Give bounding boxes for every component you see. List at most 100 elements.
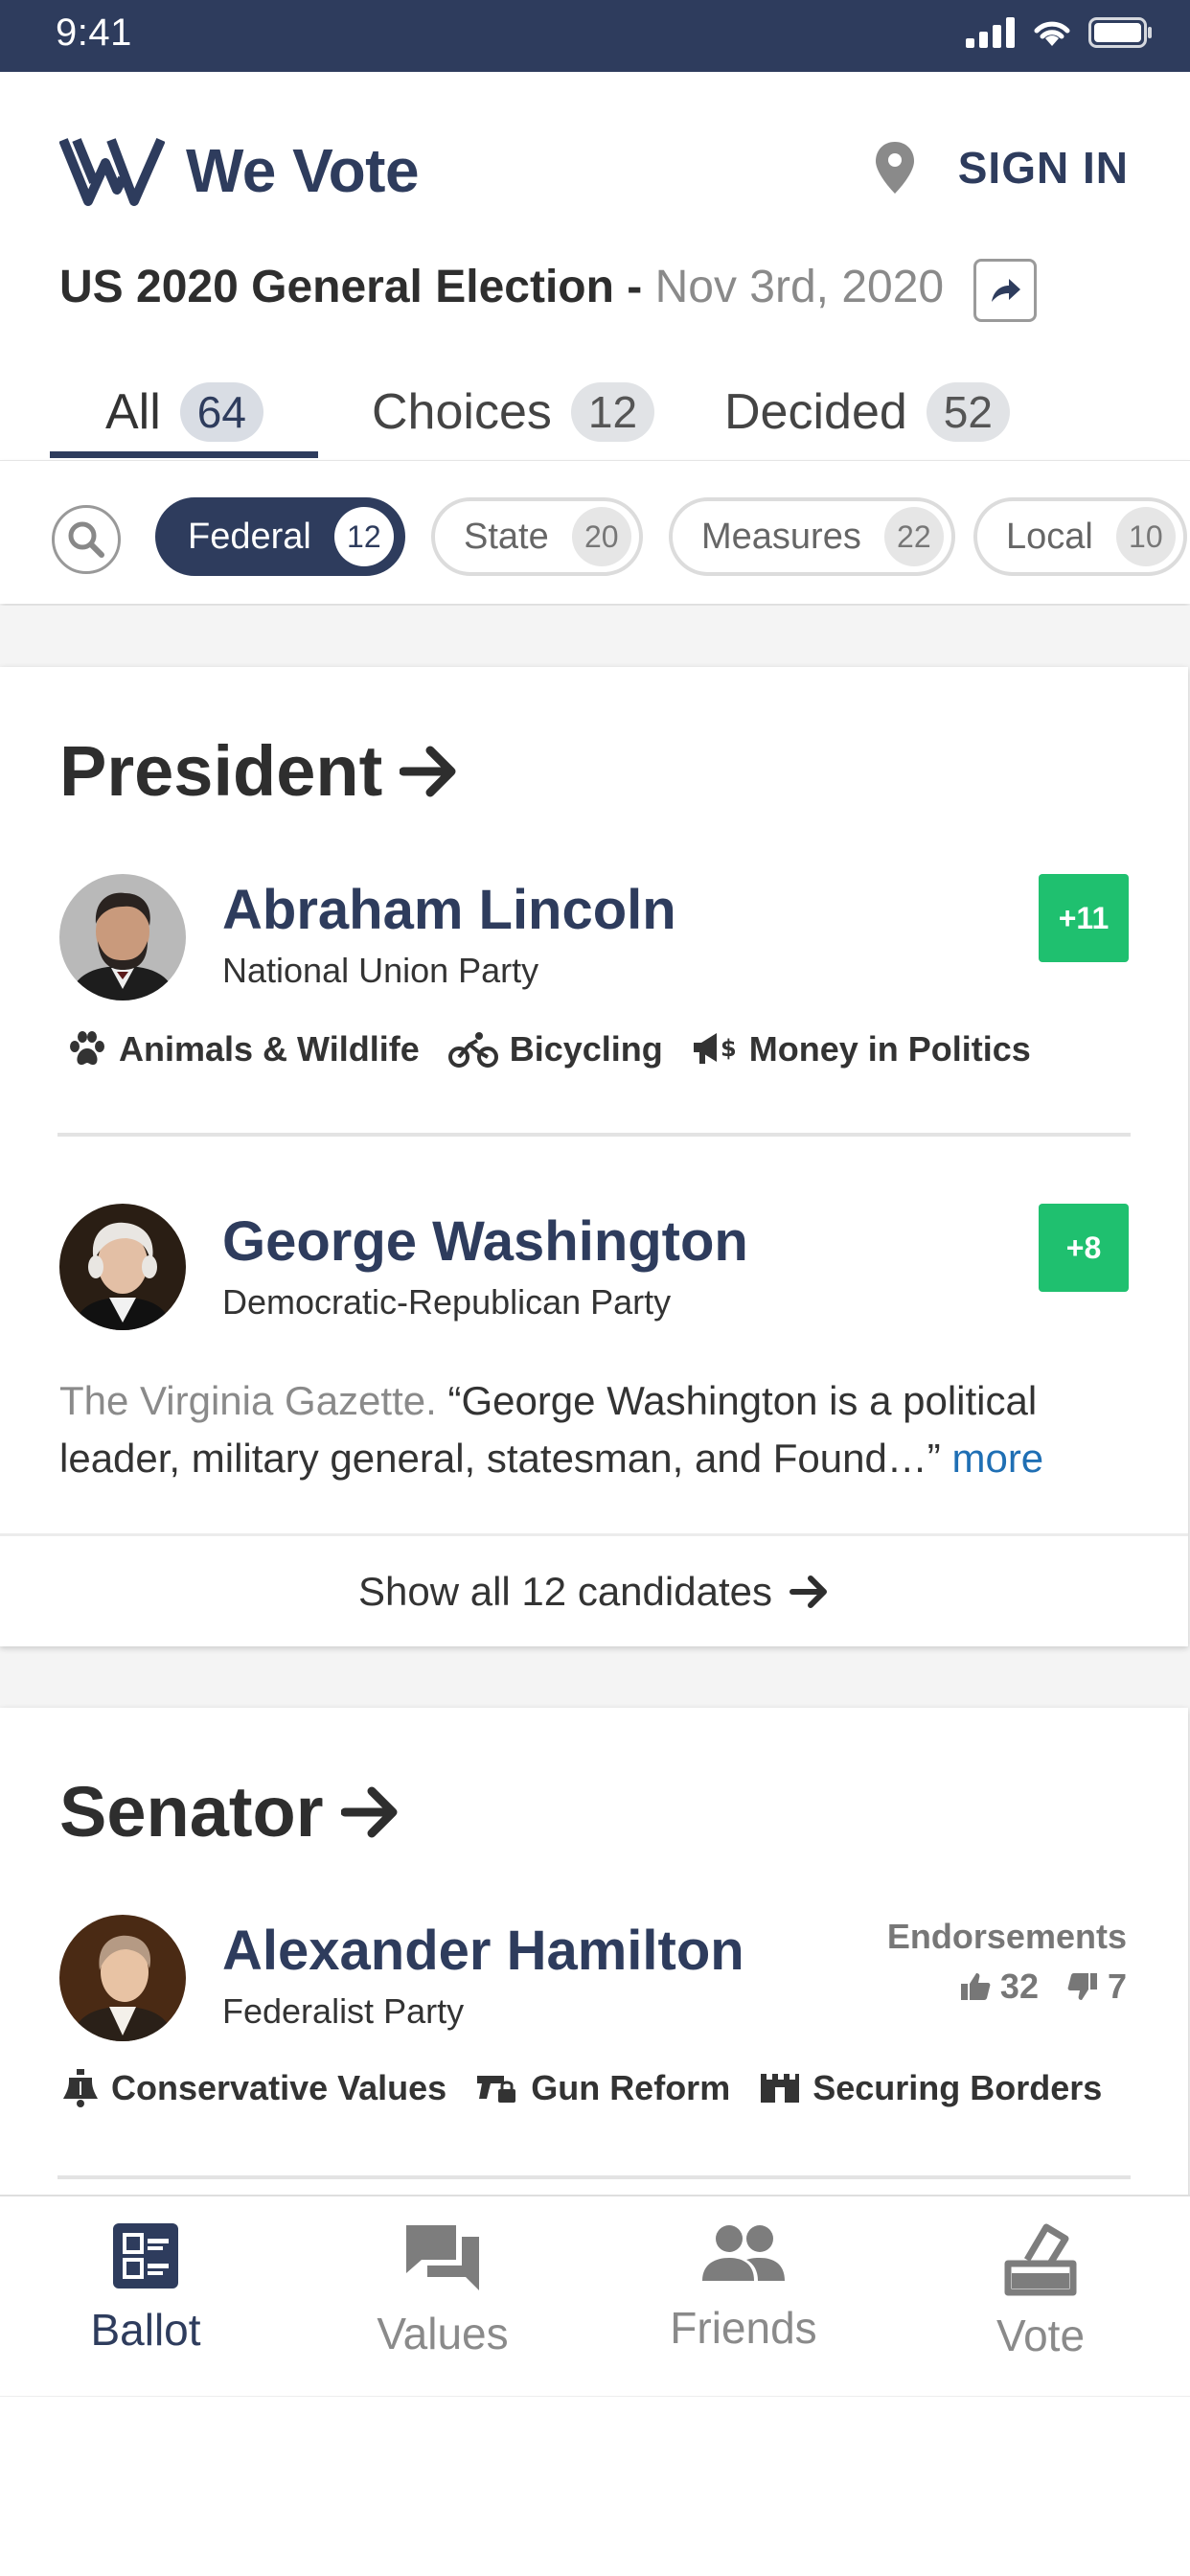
issue-tag[interactable]: $ Money in Politics: [692, 1029, 1031, 1070]
office-title: Senator: [59, 1772, 324, 1852]
candidate-avatar[interactable]: [59, 1204, 186, 1330]
show-all-candidates-button[interactable]: Show all 12 candidates: [0, 1533, 1188, 1646]
issue-label: Bicycling: [509, 1029, 663, 1069]
candidate-divider: [57, 1133, 1131, 1137]
arrow-right-icon: [789, 1575, 827, 1608]
issue-tag[interactable]: Conservative Values: [61, 2068, 446, 2108]
filter-row: Federal 12 State 20 Measures 22 Local 10: [0, 460, 1190, 604]
election-date: Nov 3rd, 2020: [654, 262, 945, 312]
filter-chip-local[interactable]: Local 10: [973, 497, 1187, 576]
lincoln-portrait: [59, 874, 186, 1000]
thumbs-up-icon: [960, 1973, 991, 2000]
candidate-avatar[interactable]: [59, 874, 186, 1000]
nav-label: Ballot: [90, 2305, 201, 2355]
sign-in-button[interactable]: SIGN IN: [958, 142, 1129, 194]
active-tab-indicator: [50, 451, 318, 458]
liberty-bell-icon: [63, 2069, 98, 2107]
nav-values[interactable]: Values: [328, 2221, 558, 2394]
battery-icon: [1088, 17, 1152, 48]
more-link[interactable]: more: [951, 1436, 1043, 1481]
nav-vote[interactable]: Vote: [926, 2221, 1156, 2394]
issue-label: Securing Borders: [812, 2068, 1103, 2107]
location-icon[interactable]: [872, 140, 918, 196]
share-icon: [992, 279, 1020, 302]
tab-all[interactable]: All 64: [105, 364, 263, 460]
office-title-link[interactable]: Senator: [59, 1771, 400, 1852]
logo[interactable]: We Vote: [59, 134, 420, 207]
signal-icon: [966, 17, 1015, 48]
election-name: US 2020 General Election -: [59, 262, 643, 312]
vote-icon: [1004, 2223, 1077, 2296]
candidate-issues: Conservative Values Gun Reform Securing …: [61, 2068, 1102, 2108]
gun-lock-icon: [477, 2076, 516, 2103]
bottom-nav: Ballot Values Friends Vote: [0, 2195, 1190, 2396]
endorsement-counts[interactable]: 32 7: [960, 1966, 1127, 2007]
tab-decided[interactable]: Decided 52: [724, 364, 1010, 460]
tab-count: 12: [570, 382, 655, 442]
office-card-president: President Abraham Lincoln National Union…: [0, 667, 1188, 1646]
candidate-party: Federalist Party: [222, 1991, 465, 2031]
ballot-icon: [113, 2223, 178, 2288]
filter-chip-federal[interactable]: Federal 12: [155, 497, 405, 576]
issue-tag[interactable]: Securing Borders: [759, 2068, 1102, 2108]
issue-tag[interactable]: Gun Reform: [475, 2068, 730, 2108]
nav-ballot[interactable]: Ballot: [31, 2221, 261, 2394]
candidate-avatar[interactable]: [59, 1915, 186, 2041]
arrow-right-icon: [340, 1786, 398, 1837]
quote-source: The Virginia Gazette.: [59, 1378, 437, 1423]
ballot-tabs: All 64 Choices 12 Decided 52: [0, 364, 1190, 460]
tab-choices[interactable]: Choices 12: [372, 364, 655, 460]
candidate-party: Democratic-Republican Party: [222, 1282, 672, 1322]
tab-label: Decided: [724, 384, 907, 440]
issue-label: Gun Reform: [531, 2068, 731, 2107]
candidate-issues: Animals & Wildlife Bicycling $ Money in …: [67, 1029, 1031, 1070]
candidate-score-badge[interactable]: +11: [1039, 874, 1129, 962]
nav-label: Vote: [995, 2311, 1086, 2360]
svg-text:$: $: [721, 1035, 737, 1062]
candidate-name-link[interactable]: Alexander Hamilton: [222, 1919, 744, 1983]
candidate-name-link[interactable]: Abraham Lincoln: [222, 878, 676, 942]
election-title[interactable]: US 2020 General Election - Nov 3rd, 2020: [59, 261, 944, 313]
hamilton-portrait: [59, 1915, 186, 2041]
chip-label: State: [464, 516, 549, 557]
status-time: 9:41: [56, 12, 132, 54]
endorsements-label: Endorsements: [886, 1917, 1127, 1956]
issue-tag[interactable]: Bicycling: [447, 1029, 663, 1070]
bicycle-icon: [447, 1032, 498, 1068]
nav-friends[interactable]: Friends: [629, 2221, 858, 2394]
filter-chip-state[interactable]: State 20: [431, 497, 643, 576]
chip-count: 22: [883, 507, 944, 566]
status-bar: 9:41: [0, 0, 1190, 72]
office-card-senator: Senator Alexander Hamilton Federalist Pa…: [0, 1708, 1188, 2206]
candidate-party: National Union Party: [222, 951, 539, 990]
filter-chip-measures[interactable]: Measures 22: [669, 497, 955, 576]
thumbs-down-icon: [1067, 1973, 1097, 2000]
candidate-name-link[interactable]: George Washington: [222, 1209, 748, 1274]
nav-label: Friends: [670, 2303, 817, 2353]
issue-tag[interactable]: Animals & Wildlife: [67, 1029, 420, 1070]
chip-label: Local: [1006, 516, 1093, 557]
candidate-divider: [57, 2175, 1131, 2179]
status-icons: [966, 17, 1154, 48]
chip-label: Measures: [701, 516, 861, 557]
washington-portrait: [59, 1204, 186, 1330]
issue-label: Conservative Values: [111, 2068, 447, 2107]
paw-icon: [70, 1031, 104, 1066]
wifi-icon: [1034, 21, 1070, 46]
issue-label: Animals & Wildlife: [119, 1029, 420, 1069]
tab-label: Choices: [372, 384, 552, 440]
home-indicator-area: [0, 2396, 1190, 2576]
chip-count: 10: [1115, 507, 1176, 566]
office-title-link[interactable]: President: [59, 730, 459, 812]
search-icon: [68, 521, 104, 558]
show-all-label: Show all 12 candidates: [358, 1568, 772, 1614]
filter-search-button[interactable]: [52, 505, 121, 574]
share-button[interactable]: [973, 259, 1037, 322]
candidate-score-badge[interactable]: +8: [1039, 1204, 1129, 1292]
endorse-down-count: 7: [1107, 1966, 1127, 2006]
tab-label: All: [105, 384, 161, 440]
values-icon: [406, 2225, 479, 2290]
nav-label: Values: [377, 2309, 509, 2358]
logo-text: We Vote: [186, 136, 420, 205]
endorse-up-count: 32: [999, 1966, 1039, 2006]
